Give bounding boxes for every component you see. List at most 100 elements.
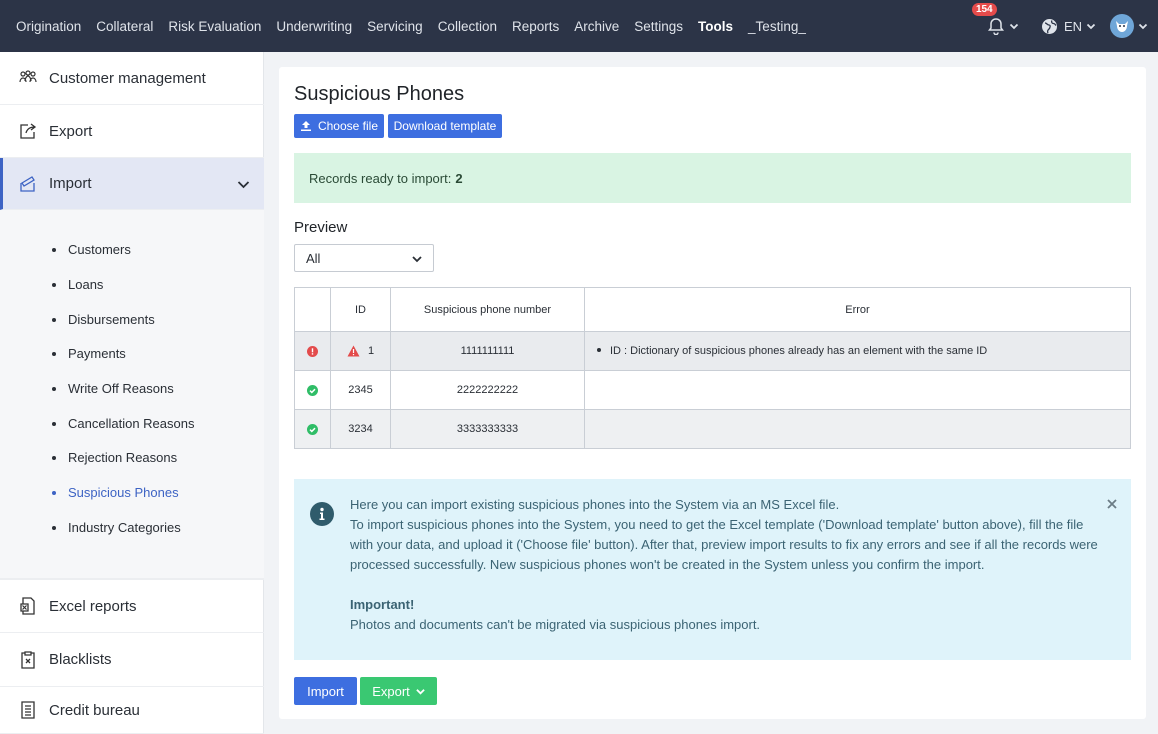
chevron-down-icon[interactable] — [1138, 21, 1148, 31]
id-cell: 2345 — [330, 370, 391, 410]
info-important-title: Important! — [350, 597, 415, 612]
status-cell — [294, 370, 331, 410]
sidebar-item-customer-management[interactable]: Customer management — [0, 52, 264, 105]
phone-cell: 2222222222 — [390, 370, 585, 410]
table-row: 1 1111111111 ID : Dictionary of suspicio… — [294, 331, 1131, 371]
nav-servicing[interactable]: Servicing — [367, 19, 423, 34]
bullet — [52, 421, 56, 426]
info-text: Here you can import existing suspicious … — [350, 495, 1110, 635]
submenu-item-customers[interactable]: Customers — [52, 242, 131, 257]
choose-file-label: Choose file — [317, 119, 379, 133]
nav-underwriting[interactable]: Underwriting — [276, 19, 352, 34]
top-navigation: Origination Collateral Risk Evaluation U… — [0, 0, 1158, 52]
info-icon — [310, 502, 334, 526]
clipboard-x-icon — [18, 650, 38, 670]
submenu-label: Cancellation Reasons — [68, 416, 195, 431]
table-row: 3234 3333333333 — [294, 409, 1131, 449]
sidebar-item-blacklists[interactable]: Blacklists — [0, 633, 264, 687]
nav-archive[interactable]: Archive — [574, 19, 619, 34]
bullet — [52, 351, 56, 356]
status-cell — [294, 331, 331, 371]
nav-risk-evaluation[interactable]: Risk Evaluation — [168, 19, 261, 34]
bullet — [52, 525, 56, 530]
ready-alert: Records ready to import: 2 — [294, 153, 1131, 203]
sidebar-item-label: Blacklists — [49, 651, 112, 668]
ok-status-icon — [307, 384, 318, 396]
submenu-label: Suspicious Phones — [68, 485, 179, 500]
bell-icon — [987, 18, 1004, 35]
preview-heading: Preview — [294, 219, 348, 236]
bullet — [52, 490, 56, 495]
language-code: EN — [1063, 18, 1082, 34]
document-list-icon — [18, 700, 38, 720]
preview-table: ID Suspicious phone number Error 1 11111… — [294, 287, 1131, 449]
status-cell — [294, 409, 331, 449]
submenu-label: Industry Categories — [68, 520, 181, 535]
chevron-down-icon — [412, 256, 422, 263]
main-card: Suspicious Phones Choose file Download t… — [279, 67, 1146, 719]
error-cell — [584, 409, 1131, 449]
export-button-label: Export — [372, 683, 410, 699]
submenu-label: Disbursements — [68, 312, 155, 327]
user-avatar[interactable] — [1110, 14, 1134, 38]
globe-icon — [1041, 18, 1057, 34]
bullet — [52, 386, 56, 391]
sidebar-item-label: Export — [49, 122, 93, 140]
preview-filter-select[interactable]: All — [294, 244, 434, 272]
import-submenu: Customers Loans Disbursements Payments W… — [0, 210, 264, 579]
nav-collection[interactable]: Collection — [438, 19, 497, 34]
ready-text: Records ready to import: — [309, 170, 452, 186]
download-template-button[interactable]: Download template — [388, 114, 502, 138]
sidebar-item-label: Credit bureau — [49, 701, 140, 719]
warning-icon — [347, 345, 360, 357]
nav-reports[interactable]: Reports — [512, 19, 559, 34]
nav-collateral[interactable]: Collateral — [96, 19, 153, 34]
import-button-label: Import — [307, 683, 344, 699]
sidebar: Customer management Export Import Custom… — [0, 52, 264, 734]
nav-testing[interactable]: _Testing_ — [748, 19, 806, 34]
submenu-item-suspicious-phones[interactable]: Suspicious Phones — [52, 485, 179, 500]
download-template-label: Download template — [393, 119, 497, 133]
close-info-button[interactable] — [1107, 496, 1117, 514]
submenu-item-industry-categories[interactable]: Industry Categories — [52, 520, 181, 535]
chevron-down-icon — [1086, 23, 1096, 30]
import-button[interactable]: Import — [294, 677, 357, 705]
choose-file-button[interactable]: Choose file — [294, 114, 384, 138]
sidebar-item-label: Excel reports — [49, 597, 137, 615]
nav-tools[interactable]: Tools — [698, 19, 733, 34]
main-menu: Origination Collateral Risk Evaluation U… — [0, 0, 821, 52]
error-message: ID : Dictionary of suspicious phones alr… — [610, 345, 988, 357]
export-icon — [18, 121, 38, 141]
filter-value: All — [306, 250, 321, 266]
sidebar-item-excel-reports[interactable]: Excel reports — [0, 579, 264, 633]
ok-status-icon — [307, 423, 318, 435]
bullet — [52, 247, 56, 252]
nav-settings[interactable]: Settings — [634, 19, 683, 34]
bullet — [52, 455, 56, 460]
header-status — [294, 287, 331, 332]
submenu-item-rejection-reasons[interactable]: Rejection Reasons — [52, 450, 177, 465]
submenu-item-payments[interactable]: Payments — [52, 346, 126, 361]
sidebar-item-import[interactable]: Import — [0, 158, 264, 210]
sidebar-item-export[interactable]: Export — [0, 105, 264, 158]
error-cell — [584, 370, 1131, 410]
error-status-icon — [307, 345, 318, 357]
id-cell: 3234 — [330, 409, 391, 449]
sidebar-item-credit-bureau[interactable]: Credit bureau — [0, 687, 264, 734]
submenu-label: Write Off Reasons — [68, 381, 174, 396]
submenu-item-disbursements[interactable]: Disbursements — [52, 312, 155, 327]
submenu-item-loans[interactable]: Loans — [52, 277, 103, 292]
close-icon — [1107, 499, 1117, 509]
submenu-item-cancellation-reasons[interactable]: Cancellation Reasons — [52, 416, 194, 431]
submenu-item-write-off-reasons[interactable]: Write Off Reasons — [52, 381, 174, 396]
header-phone: Suspicious phone number — [390, 287, 585, 332]
export-dropdown-button[interactable]: Export — [360, 677, 437, 705]
bullet — [52, 317, 56, 322]
sidebar-item-label: Customer management — [49, 69, 206, 87]
notifications-button[interactable]: 154 — [971, 3, 1019, 35]
nav-origination[interactable]: Origination — [16, 19, 81, 34]
bullet — [597, 348, 601, 353]
language-selector[interactable]: EN — [1041, 18, 1096, 35]
bullet — [52, 282, 56, 287]
chevron-down-icon — [416, 688, 425, 695]
